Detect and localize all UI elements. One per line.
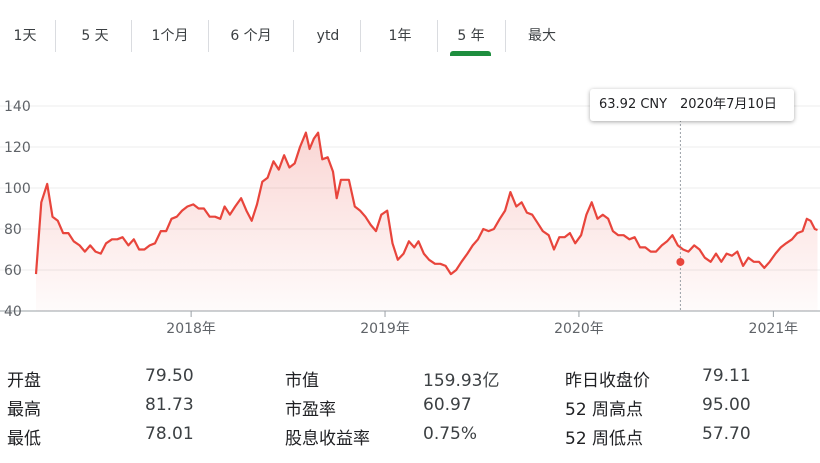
stat-label-pe-ratio: 市盈率 (285, 400, 336, 420)
stat-label-52wk-high: 52 周高点 (565, 400, 644, 420)
price-area-fill (36, 132, 818, 311)
y-tick-label: 140 (4, 99, 31, 115)
stat-label-open: 开盘 (7, 371, 41, 391)
stat-label-dividend-yield: 股息收益率 (285, 429, 370, 449)
stat-value-pe-ratio: 60.97 (423, 395, 472, 415)
tooltip-price: 63.92 CNY (599, 97, 668, 112)
tab-1-year[interactable]: 1年 (370, 18, 430, 54)
tab-divider (131, 20, 132, 52)
x-tick-label: 2021年 (749, 321, 799, 337)
stat-label-market-cap: 市值 (285, 371, 319, 391)
tab-divider (505, 20, 506, 52)
tab-6-months[interactable]: 6 个月 (217, 18, 285, 54)
tab-divider (208, 20, 209, 52)
stat-label-high: 最高 (7, 400, 41, 420)
stat-label-prev-close: 昨日收盘价 (565, 371, 650, 391)
tab-max[interactable]: 最大 (513, 18, 571, 54)
y-tick-label: 40 (4, 304, 22, 320)
x-tick-label: 2020年 (554, 321, 604, 337)
x-axis: 2018年 2019年 2020年 2021年 (166, 311, 798, 337)
tab-divider (55, 20, 56, 52)
tab-ytd[interactable]: ytd (303, 18, 353, 54)
tab-1-month[interactable]: 1个月 (140, 18, 200, 54)
stat-value-dividend-yield: 0.75% (423, 424, 478, 444)
y-tick-label: 100 (4, 181, 31, 197)
tab-5-years[interactable]: 5 年 (447, 18, 495, 54)
y-tick-label: 80 (4, 222, 22, 238)
tab-divider (360, 20, 361, 52)
stat-value-prev-close: 79.11 (702, 366, 751, 386)
y-tick-label: 120 (4, 140, 31, 156)
stat-value-market-cap: 159.93亿 (423, 371, 500, 391)
tab-1-day[interactable]: 1天 (0, 18, 50, 54)
y-axis: 40 60 80 100 120 140 (4, 99, 31, 320)
stat-label-52wk-low: 52 周低点 (565, 429, 644, 449)
x-tick-label: 2018年 (166, 321, 216, 337)
tab-divider (293, 20, 294, 52)
stat-value-open: 79.50 (145, 366, 194, 386)
stat-value-52wk-high: 95.00 (702, 395, 751, 415)
price-tooltip: 63.92 CNY 2020年7月10日 (590, 89, 794, 121)
stat-value-high: 81.73 (145, 395, 194, 415)
x-tick-label: 2019年 (360, 321, 410, 337)
active-tab-indicator (450, 51, 491, 56)
stat-value-52wk-low: 57.70 (702, 424, 751, 444)
cursor-marker (676, 257, 685, 266)
tab-divider (437, 20, 438, 52)
y-tick-label: 60 (4, 263, 22, 279)
stat-label-low: 最低 (7, 429, 41, 449)
range-tabs: 1天 5 天 1个月 6 个月 ytd 1年 5 年 最大 (0, 0, 820, 60)
tab-5-days[interactable]: 5 天 (65, 18, 125, 54)
tooltip-date: 2020年7月10日 (680, 97, 777, 112)
stat-value-low: 78.01 (145, 424, 194, 444)
